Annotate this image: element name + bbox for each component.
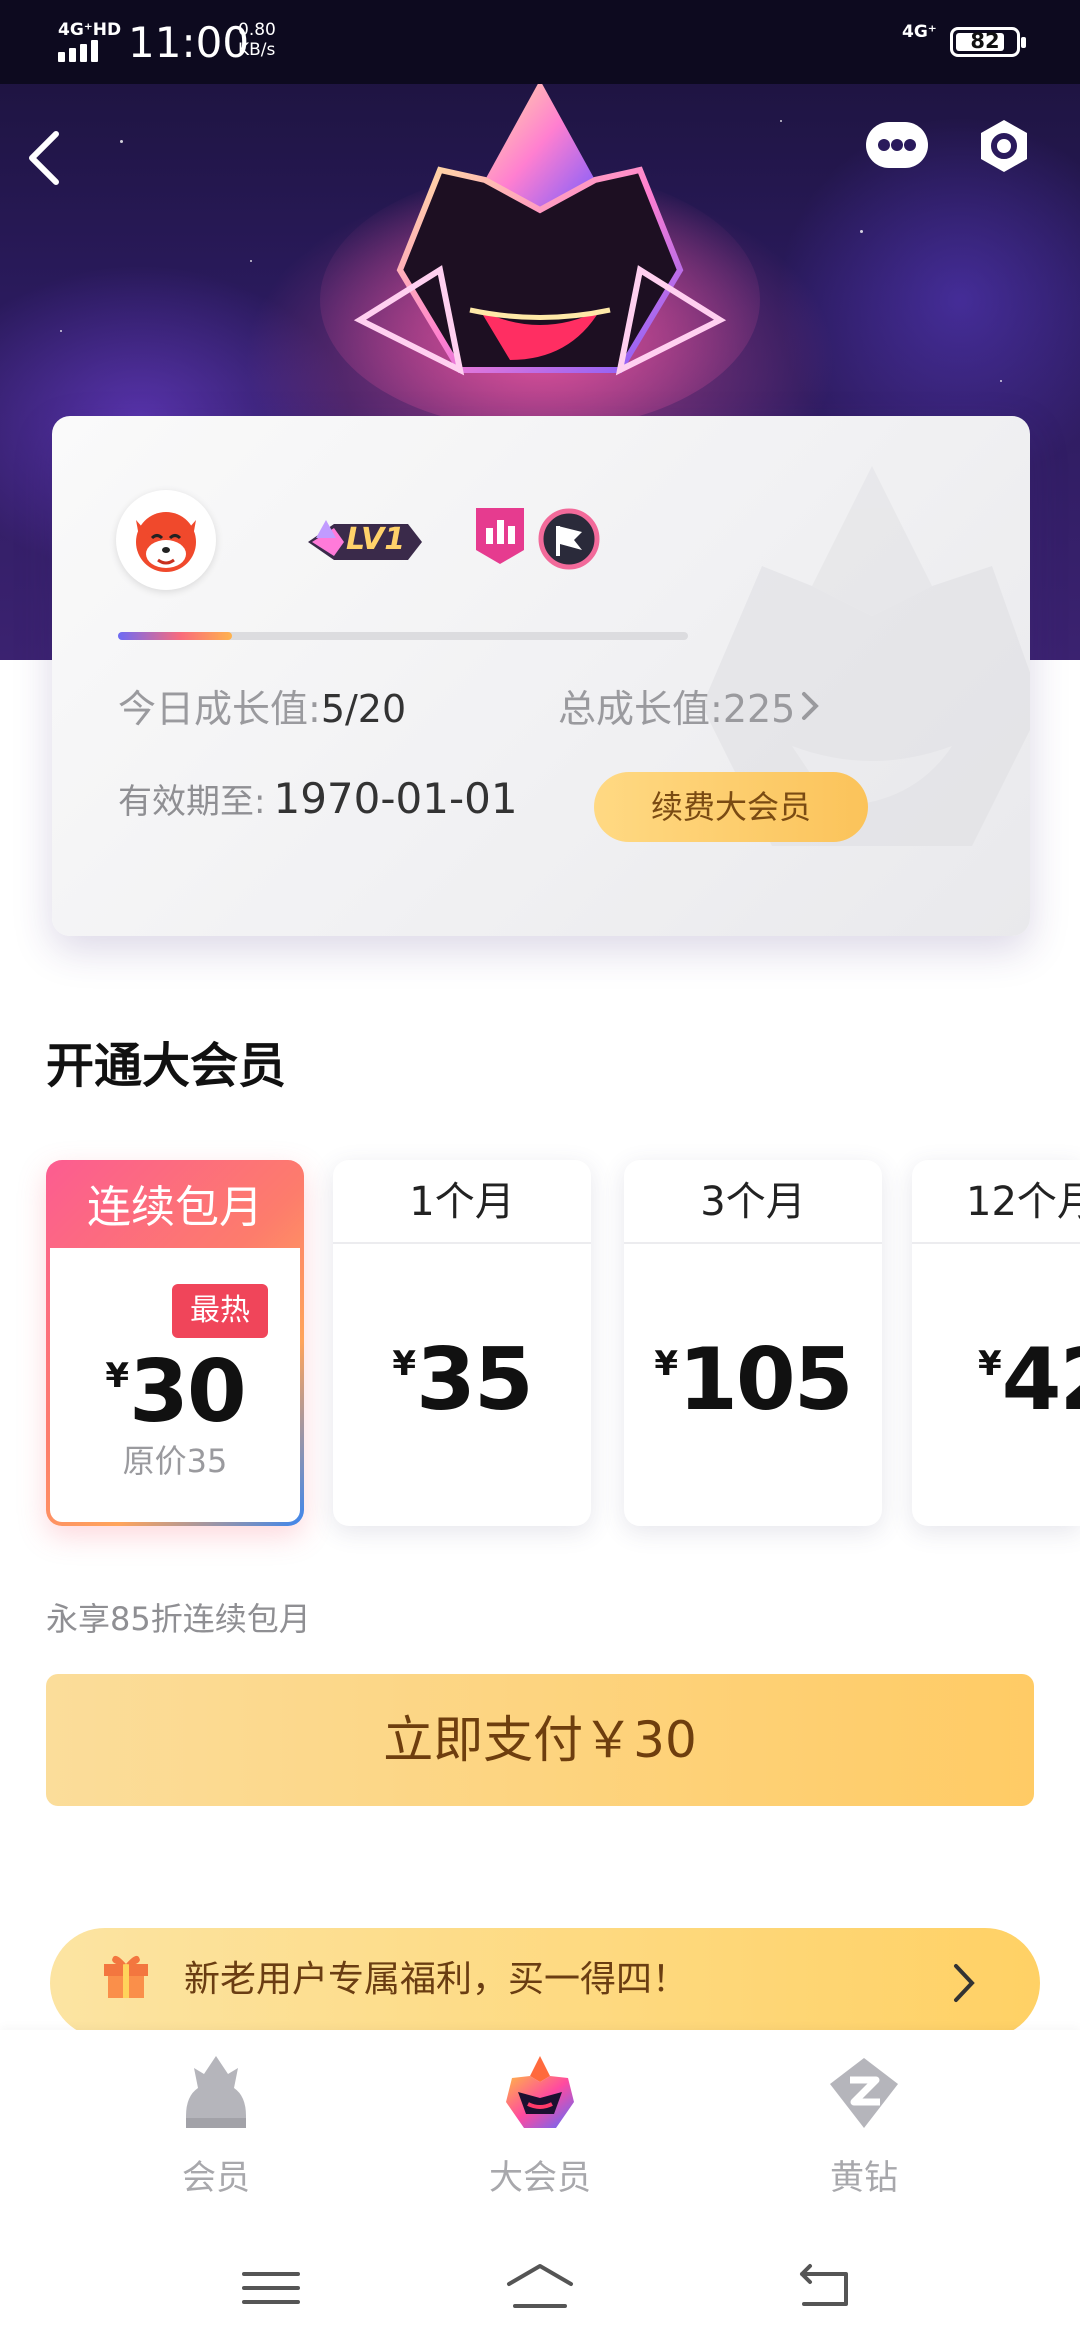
promo-text: 新老用户专属福利，买一得四！ [184,1959,689,2000]
member-icon [186,2056,246,2128]
expiry-row: 有效期至: 1970-01-01 [118,774,518,823]
plan-card-3-months[interactable]: 3个月 ¥105 [624,1160,882,1526]
level-badge-text: LV1 [346,522,406,557]
price-amount: 420 [1001,1330,1080,1430]
signal-icon: 4G⁺HD [58,20,121,62]
today-growth-value: 5/20 [320,687,407,731]
currency-symbol: ¥ [654,1344,679,1384]
network-speed: 0.80 KB/s [238,20,276,60]
battery-icon: 82 [950,27,1026,57]
big-member-emblem-icon [320,80,760,430]
chevron-right-icon [954,1964,975,2002]
growth-row: 今日成长值:5/20 总成长值:225 [118,678,795,738]
hot-tag: 最热 [172,1284,268,1338]
growth-chart-icon[interactable] [472,504,528,568]
plan-title: 1个月 [333,1160,591,1244]
chevron-left-icon[interactable] [18,124,74,192]
member-card: LV1 今日成长值:5/20 总成长值:225 有效期至: 1970-01-01 … [52,416,1030,936]
chevron-right-icon[interactable] [798,688,822,724]
plan-price: ¥30 [46,1342,304,1442]
plan-title: 3个月 [624,1160,882,1244]
more-dots-icon[interactable] [866,122,928,168]
plan-price: ¥35 [333,1330,591,1430]
tab-label: 会员 [182,2158,250,2198]
gift-icon [104,1955,148,1998]
plan-card-12-months[interactable]: 12个月 ¥420 [912,1160,1080,1526]
total-growth-label: 总成长值: [558,687,723,731]
fox-avatar-icon [136,512,196,572]
plan-price: ¥420 [912,1330,1080,1430]
back-icon[interactable] [790,2258,860,2318]
expiry-date: 1970-01-01 [273,774,518,823]
currency-symbol: ¥ [978,1344,1002,1384]
battery-level: 82 [970,29,1000,53]
renew-button[interactable]: 续费大会员 [594,772,868,842]
total-growth[interactable]: 总成长值:225 [558,678,795,733]
network-right-label: 4G⁺ [902,22,937,42]
level-badge[interactable]: LV1 [304,508,426,574]
bottom-tab-bar: 会员 大会员 黄钻 [0,2030,1080,2220]
status-time: 11:00 [128,18,250,67]
tab-yellow-diamond[interactable]: 黄钻 [764,2052,964,2212]
growth-progress-bar [118,632,688,640]
hexagon-ring-icon[interactable] [976,116,1032,176]
speed-unit: KB/s [238,40,276,60]
expiry-label: 有效期至: [118,782,266,822]
currency-symbol: ¥ [392,1344,416,1384]
plan-price: ¥105 [624,1330,882,1430]
pay-now-button[interactable]: 立即支付￥30 [46,1674,1034,1806]
original-price: 原价35 [122,1442,228,1480]
flag-badge-icon[interactable] [538,508,600,570]
avatar[interactable] [116,490,216,590]
plan-card-1-month[interactable]: 1个月 ¥35 [333,1160,591,1526]
price-amount: 35 [415,1330,534,1430]
total-growth-value: 225 [722,687,796,731]
plan-subtitle: 永享85折连续包月 [46,1600,311,1638]
plan-title: 12个月 [912,1160,1080,1244]
section-title: 开通大会员 [46,1038,287,1094]
tab-label: 黄钻 [830,2158,898,2198]
home-icon[interactable] [505,2258,575,2318]
currency-symbol: ¥ [105,1356,129,1396]
system-navigation-bar [0,2220,1080,2340]
price-amount: 30 [128,1342,247,1442]
menu-icon[interactable] [236,2258,306,2318]
network-type: 4G⁺HD [58,20,122,40]
plan-card-monthly-auto[interactable]: 连续包月 最热 ¥30 原价35 [46,1160,304,1526]
today-growth-label: 今日成长值: [118,687,321,731]
speed-value: 0.80 [238,20,276,40]
tab-label: 大会员 [489,2158,591,2198]
price-amount: 105 [678,1330,854,1430]
tab-big-member[interactable]: 大会员 [440,2052,640,2212]
plan-title: 连续包月 [87,1182,263,1233]
tab-member[interactable]: 会员 [116,2052,316,2212]
status-bar: 4G⁺HD 11:00 0.80 KB/s 4G⁺ 82 [0,0,1080,84]
promo-banner[interactable]: 新老用户专属福利，买一得四！ [50,1928,1040,2038]
yellow-diamond-icon [830,2058,898,2128]
big-member-icon [506,2056,574,2128]
